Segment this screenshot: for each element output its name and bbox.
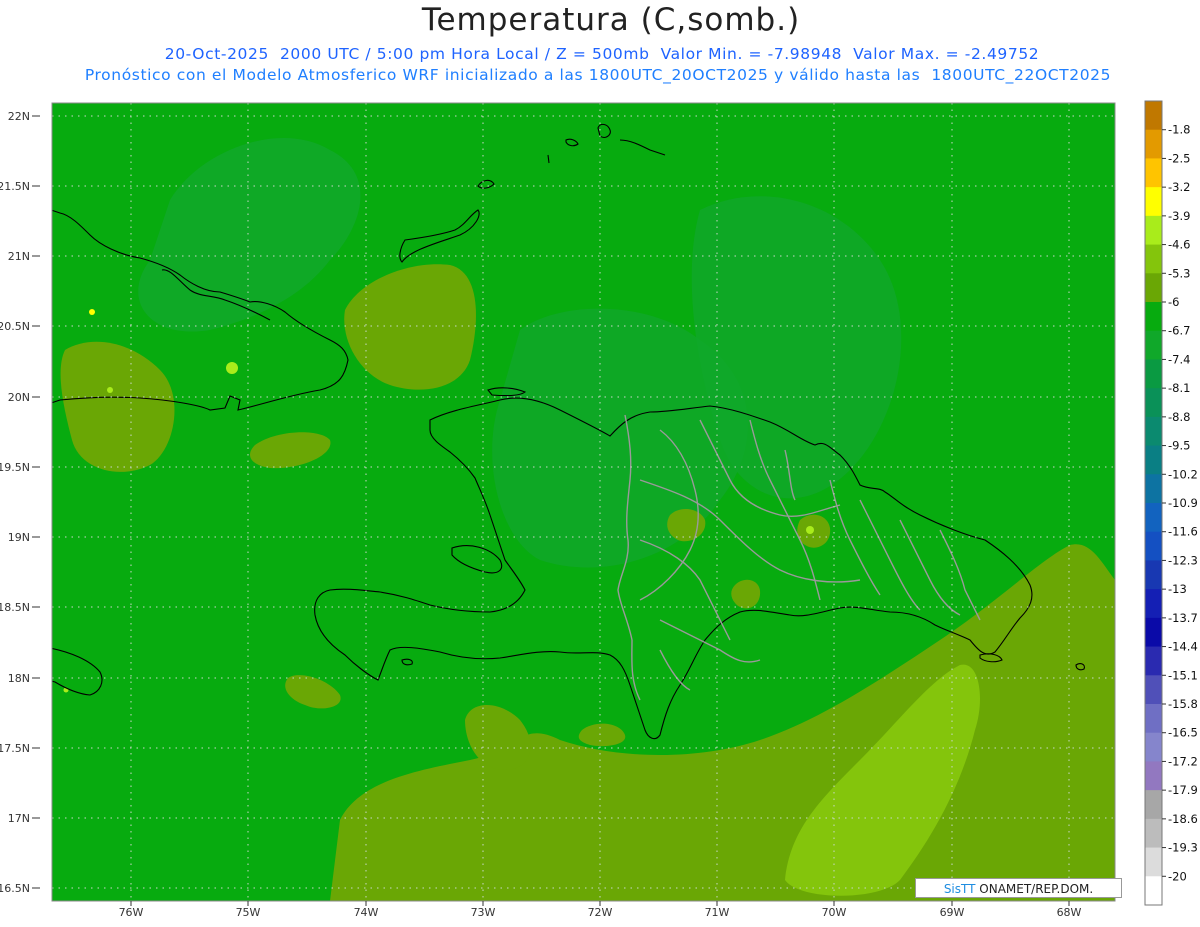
lat-label: 16.5N	[0, 882, 30, 895]
colorbar-label: -10.9	[1168, 496, 1198, 510]
warm-spot-cuba	[226, 362, 238, 374]
warm-spot-west2	[107, 387, 113, 393]
colorbar-label: -15.8	[1168, 697, 1198, 711]
lat-label: 19N	[8, 531, 30, 544]
colorbar-swatch	[1145, 790, 1162, 820]
lat-label: 21N	[8, 250, 30, 263]
lon-label: 69W	[940, 906, 965, 919]
colorbar-swatch	[1145, 388, 1162, 418]
colorbar-label: -20	[1168, 869, 1187, 883]
temperature-map: 22N 21.5N 21N 20.5N 20N 19.5N 19N 18.5N 18N 17.5N…	[0, 100, 1198, 919]
lat-label: 18N	[8, 672, 30, 685]
lon-label: 72W	[588, 906, 613, 919]
colorbar-swatch	[1145, 330, 1162, 360]
lat-label: 19.5N	[0, 461, 30, 474]
lat-label: 20N	[8, 391, 30, 404]
lat-label: 17.5N	[0, 742, 30, 755]
colorbar-swatch	[1145, 531, 1162, 561]
lon-label: 75W	[236, 906, 261, 919]
colorbar-label: -12.3	[1168, 553, 1198, 567]
lon-label: 70W	[822, 906, 847, 919]
colorbar-swatch	[1145, 215, 1162, 246]
colorbar-label: -1.8	[1168, 123, 1190, 137]
lon-label: 68W	[1057, 906, 1082, 919]
colorbar-swatch	[1145, 101, 1162, 131]
colorbar-label: -8.8	[1168, 410, 1190, 424]
colorbar-label: -17.2	[1168, 754, 1198, 768]
colorbar-label: -14.4	[1168, 640, 1198, 654]
colorbar-swatch	[1145, 646, 1162, 676]
lat-label: 17N	[8, 812, 30, 825]
lat-label: 22N	[8, 110, 30, 123]
colorbar-swatch	[1145, 847, 1162, 877]
colorbar-label: -18.6	[1168, 812, 1198, 826]
warm-spot-west	[89, 309, 95, 315]
colorbar-label: -3.9	[1168, 209, 1190, 223]
sistt-logo: SisTT	[943, 882, 976, 896]
colorbar-swatch	[1145, 818, 1162, 849]
lat-label: 18.5N	[0, 601, 30, 614]
colorbar-swatch	[1145, 359, 1162, 389]
colorbar-label: -16.5	[1168, 726, 1198, 740]
colorbar-swatch	[1145, 589, 1162, 619]
colorbar-swatch	[1145, 416, 1162, 447]
colorbar-swatch	[1145, 732, 1162, 762]
colorbar-label: -5.3	[1168, 266, 1190, 280]
warm-spot-inland	[806, 526, 814, 534]
colorbar-label: -4.6	[1168, 238, 1190, 252]
colorbar-swatch	[1145, 302, 1162, 332]
colorbar-label: -7.4	[1168, 352, 1190, 366]
colorbar: -1.8 -2.5 -3.2 -3.9 -4.6 -5.3 -6 -6.7 -7.4 -8.1 -8…	[1144, 100, 1198, 906]
longitude-labels: 76W 75W 74W 73W 72W 71W 70W 69W 68W	[119, 901, 1082, 919]
colorbar-swatch	[1145, 158, 1162, 188]
colorbar-swatch	[1145, 445, 1162, 475]
colorbar-swatch	[1145, 187, 1162, 217]
colorbar-swatch	[1145, 560, 1162, 590]
lon-label: 73W	[471, 906, 496, 919]
colorbar-label: -15.1	[1168, 668, 1198, 682]
lon-label: 76W	[119, 906, 144, 919]
colorbar-swatch	[1145, 129, 1162, 159]
colorbar-label: -9.5	[1168, 439, 1190, 453]
colorbar-label: -11.6	[1168, 525, 1198, 539]
colorbar-swatch	[1145, 244, 1162, 274]
colorbar-label: -17.9	[1168, 783, 1198, 797]
colorbar-label: -13	[1168, 582, 1187, 596]
colorbar-label: -10.2	[1168, 467, 1198, 481]
temperature-field	[52, 103, 1115, 901]
colorbar-swatch	[1145, 876, 1162, 906]
lon-label: 71W	[705, 906, 730, 919]
colorbar-swatch	[1145, 617, 1162, 648]
credit-box: SisTT ONAMET/REP.DOM.	[915, 878, 1122, 898]
colorbar-swatch	[1145, 704, 1162, 734]
lon-label: 74W	[354, 906, 379, 919]
colorbar-label: -19.3	[1168, 841, 1198, 855]
credit-text: ONAMET/REP.DOM.	[975, 882, 1094, 896]
lat-label: 20.5N	[0, 320, 30, 333]
lat-label: 21.5N	[0, 180, 30, 193]
colorbar-label: -2.5	[1168, 151, 1190, 165]
colorbar-swatch	[1145, 273, 1162, 303]
colorbar-label: -6	[1168, 295, 1179, 309]
colorbar-label: -8.1	[1168, 381, 1190, 395]
colorbar-swatch	[1145, 761, 1162, 791]
colorbar-swatch	[1145, 474, 1162, 504]
colorbar-swatch	[1145, 503, 1162, 533]
colorbar-label: -3.2	[1168, 180, 1190, 194]
colorbar-swatch	[1145, 675, 1162, 705]
latitude-labels: 22N 21.5N 21N 20.5N 20N 19.5N 19N 18.5N 18N 17.5N…	[0, 110, 40, 895]
colorbar-label: -6.7	[1168, 324, 1190, 338]
colorbar-label: -13.7	[1168, 611, 1198, 625]
